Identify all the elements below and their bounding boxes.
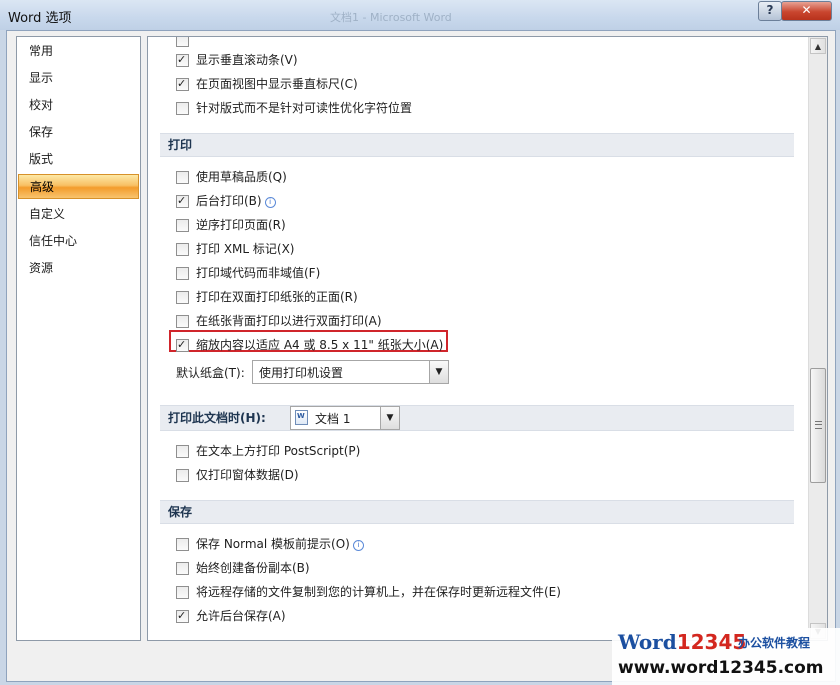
option-label: 针对版式而不是针对可读性优化字符位置 — [196, 101, 413, 115]
nav-item-label: 自定义 — [29, 207, 66, 221]
checkbox[interactable] — [176, 102, 189, 115]
option-label: 在页面视图中显示垂直标尺(C) — [196, 77, 358, 91]
checkbox[interactable] — [176, 267, 189, 280]
option-label: 显示垂直滚动条(V) — [196, 53, 298, 67]
nav-item-label: 保存 — [29, 125, 54, 139]
option-label-wrap: 保存 Normal 模板前提示(O) i — [196, 535, 364, 553]
scrollbar-thumb[interactable] — [810, 368, 826, 483]
info-icon: i — [352, 540, 364, 551]
section-header-print-doc: 打印此文档时(H): — [160, 405, 794, 431]
nav-item-trust-center[interactable]: 信任中心 — [18, 229, 139, 254]
option-label: 逆序打印页面(R) — [196, 218, 286, 232]
nav-item-common[interactable]: 常用 — [18, 39, 139, 64]
window-title: Word 选项 — [8, 11, 72, 26]
checkbox[interactable] — [176, 291, 189, 304]
options-nav: 常用 显示 校对 保存 版式 高级 自定义 信任中心 资源 — [16, 36, 141, 641]
option-label: 保存 Normal 模板前提示(O) — [196, 537, 350, 551]
option-label: 始终创建备份副本(B) — [196, 561, 310, 575]
option-label: 在文本上方打印 PostScript(P) — [196, 444, 361, 458]
print-doc-value: 文档 1 — [315, 412, 351, 426]
nav-item-layout[interactable]: 版式 — [18, 147, 139, 172]
option-label: 将远程存储的文件复制到您的计算机上，并在保存时更新远程文件(E) — [196, 585, 561, 599]
checkbox[interactable] — [176, 75, 189, 93]
advanced-options-panel: 显示垂直滚动条(V) 在页面视图中显示垂直标尺(C) 针对版式而不是针对可读性优… — [147, 36, 828, 641]
default-tray-value: 使用打印机设置 — [259, 366, 344, 380]
vertical-scrollbar[interactable]: ▲ ▼ — [808, 37, 827, 640]
checkbox[interactable] — [176, 315, 189, 328]
chevron-down-icon[interactable]: ▼ — [429, 361, 448, 383]
checkbox[interactable] — [176, 562, 189, 575]
dialog-frame: 常用 显示 校对 保存 版式 高级 自定义 信任中心 资源 显示垂直滚动条(V)… — [6, 30, 836, 682]
option-label: 在纸张背面打印以进行双面打印(A) — [196, 314, 382, 328]
nav-item-label: 显示 — [29, 71, 54, 85]
option-label-wrap: 后台打印(B) i — [196, 192, 276, 210]
watermark-tagline: 办公软件教程 — [738, 636, 811, 650]
background-window-title: 文档1 - Microsoft Word — [330, 11, 452, 24]
checkbox[interactable] — [176, 607, 189, 625]
nav-item-save[interactable]: 保存 — [18, 120, 139, 145]
print-doc-label: 打印此文档时(H): — [168, 411, 266, 425]
checkbox[interactable] — [176, 219, 189, 232]
info-icon: i — [264, 197, 276, 208]
watermark-url: www.word12345.com — [618, 658, 824, 678]
option-label: 允许后台保存(A) — [196, 609, 286, 623]
document-icon — [295, 410, 308, 425]
nav-item-proofing[interactable]: 校对 — [18, 93, 139, 118]
chevron-down-icon[interactable]: ▼ — [380, 407, 399, 429]
nav-item-label: 信任中心 — [29, 234, 78, 248]
nav-item-label: 高级 — [30, 180, 55, 194]
nav-item-label: 版式 — [29, 152, 54, 166]
checkbox[interactable] — [176, 586, 189, 599]
checkbox[interactable] — [176, 445, 189, 458]
watermark-brand-number: 12345 — [676, 630, 747, 654]
option-label: 打印在双面打印纸张的正面(R) — [196, 290, 358, 304]
checkbox[interactable] — [176, 37, 189, 47]
checkbox[interactable] — [176, 538, 189, 551]
nav-item-label: 资源 — [29, 261, 54, 275]
default-tray-select[interactable]: 使用打印机设置 ▼ — [252, 360, 449, 384]
checkbox[interactable] — [176, 469, 189, 482]
option-label: 打印 XML 标记(X) — [196, 242, 295, 256]
scroll-up-icon[interactable]: ▲ — [810, 38, 826, 54]
title-bar: Word 选项 文档1 - Microsoft Word ? ✕ — [0, 0, 840, 30]
watermark-brand: Word12345 — [618, 630, 746, 654]
default-tray-label: 默认纸盒(T): — [176, 366, 245, 380]
checkbox[interactable] — [176, 51, 189, 69]
option-label: 仅打印窗体数据(D) — [196, 468, 299, 482]
option-label: 打印域代码而非域值(F) — [196, 266, 321, 280]
watermark-brand-word: Word — [618, 630, 677, 654]
nav-item-label: 常用 — [29, 44, 54, 58]
nav-item-label: 校对 — [29, 98, 54, 112]
option-label: 后台打印(B) — [196, 194, 262, 208]
nav-item-resources[interactable]: 资源 — [18, 256, 139, 281]
nav-item-customize[interactable]: 自定义 — [18, 202, 139, 227]
help-button[interactable]: ? — [758, 1, 782, 21]
checkbox[interactable] — [176, 243, 189, 256]
checkbox[interactable] — [176, 192, 189, 210]
option-label: 缩放内容以适应 A4 或 8.5 x 11" 纸张大小(A) — [196, 338, 444, 352]
section-header-print: 打印 — [160, 133, 794, 157]
grip-icon — [815, 421, 822, 429]
nav-item-display[interactable]: 显示 — [18, 66, 139, 91]
option-label: 使用草稿品质(Q) — [196, 170, 287, 184]
nav-item-advanced[interactable]: 高级 — [18, 174, 139, 199]
checkbox[interactable] — [176, 336, 189, 354]
print-doc-select[interactable]: 文档 1 ▼ — [290, 406, 400, 430]
checkbox[interactable] — [176, 171, 189, 184]
close-button[interactable]: ✕ — [781, 1, 832, 21]
watermark: Word12345 办公软件教程 www.word12345.com — [612, 628, 840, 685]
section-header-save: 保存 — [160, 500, 794, 524]
